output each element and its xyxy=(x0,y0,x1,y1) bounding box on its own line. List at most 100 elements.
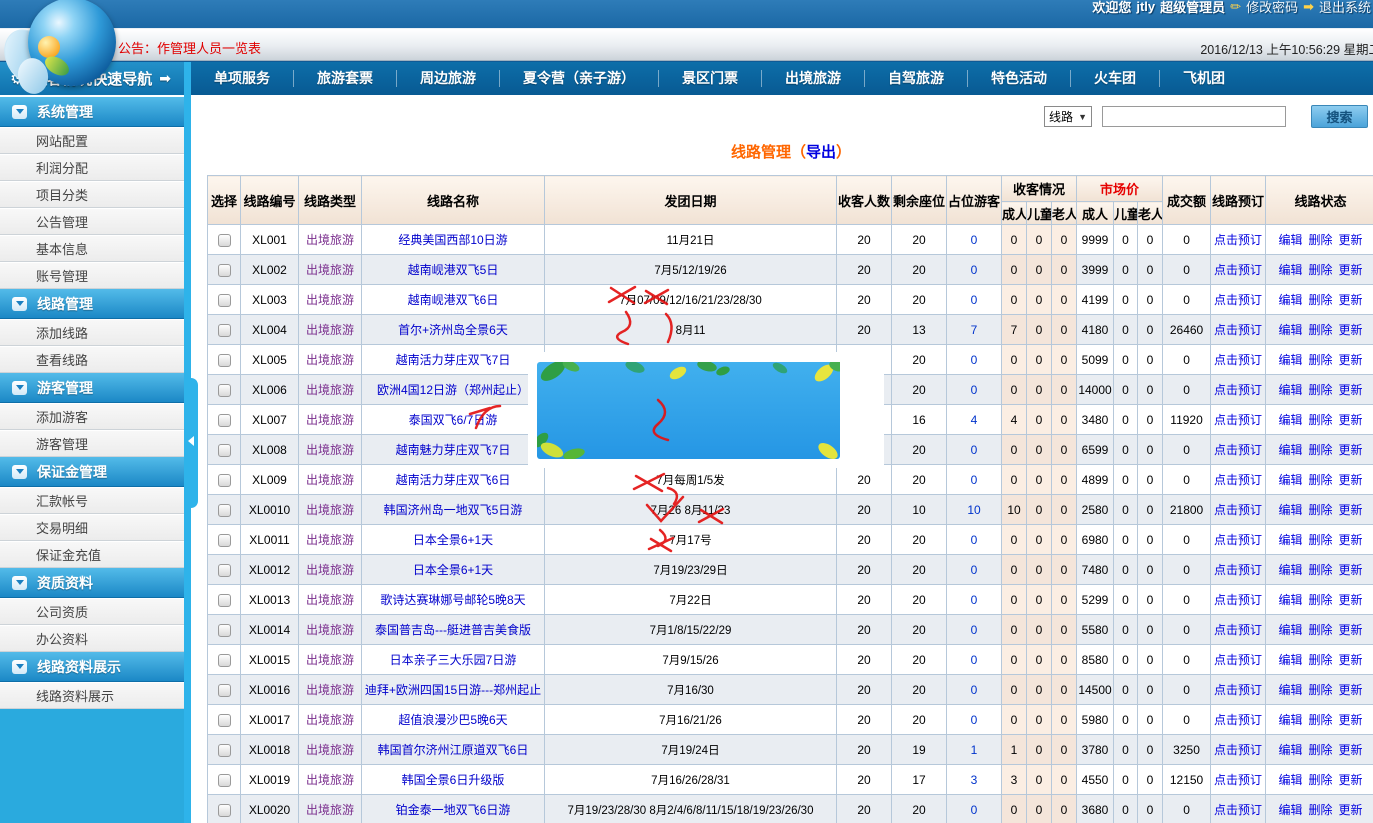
delete-link[interactable]: 删除 xyxy=(1309,773,1333,787)
edit-link[interactable]: 编辑 xyxy=(1279,803,1303,817)
row-checkbox[interactable] xyxy=(218,804,231,817)
sidebar-item[interactable]: 网站配置 xyxy=(0,127,184,154)
route-name-link[interactable]: 日本全景6+1天 xyxy=(413,563,493,577)
occupied-link[interactable]: 0 xyxy=(971,383,978,397)
sidebar-item[interactable]: 基本信息 xyxy=(0,235,184,262)
route-name-link[interactable]: 铂金泰一地双飞6日游 xyxy=(396,803,511,817)
delete-link[interactable]: 删除 xyxy=(1309,233,1333,247)
row-checkbox[interactable] xyxy=(218,234,231,247)
occupied-link[interactable]: 10 xyxy=(967,503,980,517)
sidebar-item[interactable]: 汇款帐号 xyxy=(0,487,184,514)
delete-link[interactable]: 删除 xyxy=(1309,443,1333,457)
booking-link[interactable]: 点击预订 xyxy=(1214,773,1262,787)
booking-link[interactable]: 点击预订 xyxy=(1214,593,1262,607)
edit-link[interactable]: 编辑 xyxy=(1279,533,1303,547)
change-password-link[interactable]: 修改密码 xyxy=(1246,0,1298,16)
update-link[interactable]: 更新 xyxy=(1339,413,1363,427)
booking-link[interactable]: 点击预订 xyxy=(1214,233,1262,247)
edit-link[interactable]: 编辑 xyxy=(1279,383,1303,397)
delete-link[interactable]: 删除 xyxy=(1309,503,1333,517)
update-link[interactable]: 更新 xyxy=(1339,803,1363,817)
nav-item[interactable]: 出境旅游 xyxy=(761,70,864,87)
update-link[interactable]: 更新 xyxy=(1339,323,1363,337)
nav-item[interactable]: 特色活动 xyxy=(967,70,1070,87)
search-button[interactable]: 搜索 xyxy=(1311,105,1368,128)
update-link[interactable]: 更新 xyxy=(1339,653,1363,667)
booking-link[interactable]: 点击预订 xyxy=(1214,263,1262,277)
booking-link[interactable]: 点击预订 xyxy=(1214,473,1262,487)
route-name-link[interactable]: 经典美国西部10日游 xyxy=(398,233,507,247)
row-checkbox[interactable] xyxy=(218,774,231,787)
booking-link[interactable]: 点击预订 xyxy=(1214,503,1262,517)
sidebar-collapse-handle[interactable] xyxy=(184,378,198,508)
route-name-link[interactable]: 越南岘港双飞6日 xyxy=(408,293,499,307)
update-link[interactable]: 更新 xyxy=(1339,473,1363,487)
edit-link[interactable]: 编辑 xyxy=(1279,653,1303,667)
sidebar-item[interactable]: 利润分配 xyxy=(0,154,184,181)
booking-link[interactable]: 点击预订 xyxy=(1214,383,1262,397)
booking-link[interactable]: 点击预订 xyxy=(1214,323,1262,337)
edit-link[interactable]: 编辑 xyxy=(1279,623,1303,637)
update-link[interactable]: 更新 xyxy=(1339,533,1363,547)
update-link[interactable]: 更新 xyxy=(1339,713,1363,727)
delete-link[interactable]: 删除 xyxy=(1309,803,1333,817)
nav-item[interactable]: 夏令营（亲子游） xyxy=(499,70,658,87)
sidebar-item[interactable]: 查看线路 xyxy=(0,346,184,373)
route-name-link[interactable]: 韩国首尔济州江原道双飞6日 xyxy=(378,743,529,757)
delete-link[interactable]: 删除 xyxy=(1309,413,1333,427)
occupied-link[interactable]: 4 xyxy=(971,413,978,427)
sidebar-section-header[interactable]: 系统管理 xyxy=(0,97,184,127)
route-name-link[interactable]: 欧洲4国12日游（郑州起止） xyxy=(377,383,529,397)
booking-link[interactable]: 点击预订 xyxy=(1214,743,1262,757)
booking-link[interactable]: 点击预订 xyxy=(1214,683,1262,697)
row-checkbox[interactable] xyxy=(218,654,231,667)
sidebar-section-header[interactable]: 资质资料 xyxy=(0,568,184,598)
row-checkbox[interactable] xyxy=(218,264,231,277)
sidebar-section-header[interactable]: 线路管理 xyxy=(0,289,184,319)
row-checkbox[interactable] xyxy=(218,294,231,307)
edit-link[interactable]: 编辑 xyxy=(1279,743,1303,757)
update-link[interactable]: 更新 xyxy=(1339,443,1363,457)
row-checkbox[interactable] xyxy=(218,534,231,547)
nav-item[interactable]: 周边旅游 xyxy=(396,70,499,87)
occupied-link[interactable]: 0 xyxy=(971,263,978,277)
edit-link[interactable]: 编辑 xyxy=(1279,323,1303,337)
route-name-link[interactable]: 韩国济州岛一地双飞5日游 xyxy=(384,503,523,517)
route-name-link[interactable]: 韩国全景6日升级版 xyxy=(402,773,505,787)
delete-link[interactable]: 删除 xyxy=(1309,743,1333,757)
update-link[interactable]: 更新 xyxy=(1339,623,1363,637)
occupied-link[interactable]: 0 xyxy=(971,803,978,817)
row-checkbox[interactable] xyxy=(218,564,231,577)
edit-link[interactable]: 编辑 xyxy=(1279,593,1303,607)
export-link[interactable]: 导出 xyxy=(806,144,836,161)
occupied-link[interactable]: 0 xyxy=(971,713,978,727)
route-name-link[interactable]: 超值浪漫沙巴5晚6天 xyxy=(398,713,507,727)
sidebar-item[interactable]: 公告管理 xyxy=(0,208,184,235)
edit-link[interactable]: 编辑 xyxy=(1279,563,1303,577)
delete-link[interactable]: 删除 xyxy=(1309,683,1333,697)
occupied-link[interactable]: 0 xyxy=(971,293,978,307)
booking-link[interactable]: 点击预订 xyxy=(1214,533,1262,547)
edit-link[interactable]: 编辑 xyxy=(1279,353,1303,367)
update-link[interactable]: 更新 xyxy=(1339,293,1363,307)
row-checkbox[interactable] xyxy=(218,324,231,337)
row-checkbox[interactable] xyxy=(218,474,231,487)
update-link[interactable]: 更新 xyxy=(1339,353,1363,367)
route-name-link[interactable]: 泰国双飞6/7日游 xyxy=(409,413,498,427)
occupied-link[interactable]: 7 xyxy=(971,323,978,337)
route-name-link[interactable]: 泰国普吉岛---艇进普吉美食版 xyxy=(375,623,531,637)
row-checkbox[interactable] xyxy=(218,414,231,427)
delete-link[interactable]: 删除 xyxy=(1309,263,1333,277)
logout-link[interactable]: 退出系统 xyxy=(1319,0,1371,16)
occupied-link[interactable]: 0 xyxy=(971,233,978,247)
occupied-link[interactable]: 0 xyxy=(971,653,978,667)
route-name-link[interactable]: 首尔+济州岛全景6天 xyxy=(398,323,508,337)
delete-link[interactable]: 删除 xyxy=(1309,593,1333,607)
search-category-select[interactable]: 线路 ▼ xyxy=(1044,106,1092,127)
delete-link[interactable]: 删除 xyxy=(1309,293,1333,307)
row-checkbox[interactable] xyxy=(218,714,231,727)
booking-link[interactable]: 点击预订 xyxy=(1214,563,1262,577)
update-link[interactable]: 更新 xyxy=(1339,593,1363,607)
occupied-link[interactable]: 0 xyxy=(971,683,978,697)
edit-link[interactable]: 编辑 xyxy=(1279,233,1303,247)
